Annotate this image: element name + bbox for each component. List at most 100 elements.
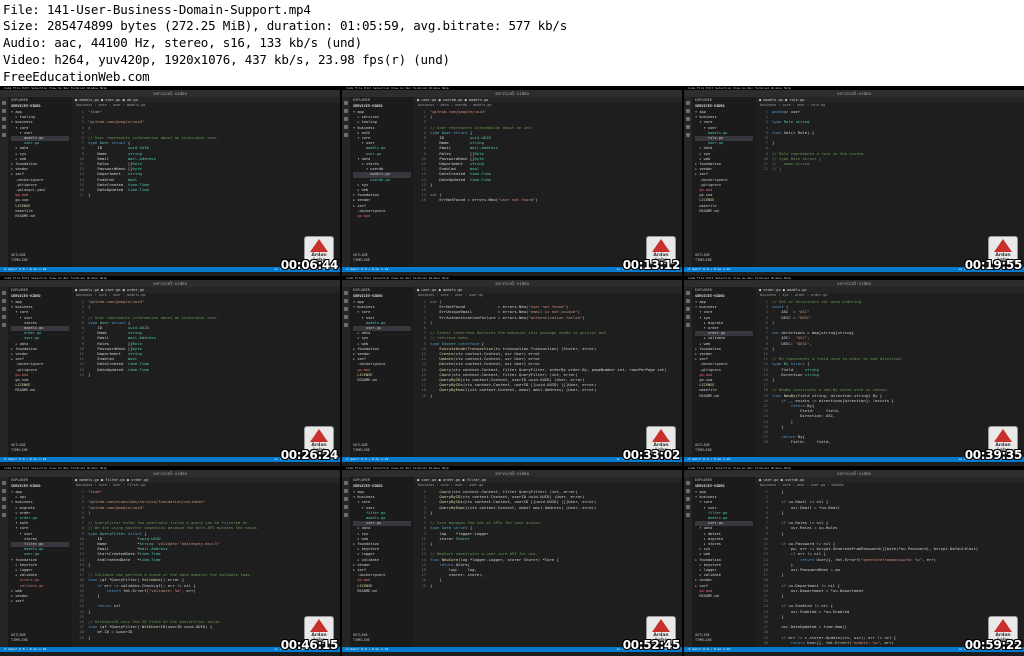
file-tree-item-label: ▸ sys <box>353 182 369 187</box>
search-icon[interactable] <box>686 109 690 113</box>
source-control-icon[interactable] <box>2 117 6 121</box>
search-icon[interactable] <box>2 489 6 493</box>
source-control-icon[interactable] <box>344 117 348 121</box>
file-tree-item-label: ▾ user <box>11 130 33 135</box>
project-name: SERVICE5-VIDEO <box>11 104 41 108</box>
explorer-icon[interactable] <box>344 101 348 105</box>
file-tree-item-label: ▾ core <box>11 310 29 315</box>
run-debug-icon[interactable] <box>686 125 690 129</box>
run-debug-icon[interactable] <box>344 125 348 129</box>
explorer-icon[interactable] <box>344 481 348 485</box>
file-tree-item[interactable]: README.md <box>11 214 69 219</box>
search-icon[interactable] <box>686 299 690 303</box>
run-debug-icon[interactable] <box>2 315 6 319</box>
extensions-icon[interactable] <box>686 513 690 517</box>
source-control-icon[interactable] <box>2 497 6 501</box>
file-tree-item-label: ▸ logger <box>695 568 717 573</box>
breadcrumb: business › core › user › user.go <box>418 483 484 487</box>
timestamp: 00:33:02 <box>622 448 681 462</box>
run-debug-icon[interactable] <box>686 505 690 509</box>
file-tree-item-label: ▾ business <box>11 500 33 505</box>
file-tree-item-label: ▸ data <box>11 341 29 346</box>
extensions-icon[interactable] <box>344 323 348 327</box>
extensions-icon[interactable] <box>686 133 690 137</box>
code-editor[interactable]: 1 "time" 2 3 "github.com/ardanlabs/service… <box>74 489 340 647</box>
code-editor[interactable]: 1 } 2 3 if uu.Email != nil { 4 usr.Email… <box>758 489 1024 647</box>
code-editor[interactable]: 1 package user 2 3 type Role string 4 5 fun… <box>758 109 1024 267</box>
run-debug-icon[interactable] <box>2 125 6 129</box>
run-debug-icon[interactable] <box>2 505 6 509</box>
run-debug-icon[interactable] <box>344 505 348 509</box>
file-tree-item-label: ▾ app <box>353 110 364 114</box>
window-title: service5-video <box>153 281 187 286</box>
file-tree-item-label: ▾ business <box>695 495 717 500</box>
source-control-icon[interactable] <box>686 117 690 121</box>
source-control-icon[interactable] <box>344 307 348 311</box>
code-editor[interactable]: 1 "github.com/google/uuid" 2) 3 4// User … <box>416 109 682 267</box>
search-icon[interactable] <box>344 109 348 113</box>
file-tree-item[interactable]: README.md <box>695 594 753 599</box>
extensions-icon[interactable] <box>2 323 6 327</box>
file-tree-item-label: .gitignore <box>11 182 37 187</box>
search-icon[interactable] <box>2 109 6 113</box>
file-tree-item[interactable]: README.md <box>353 589 411 594</box>
source-control-icon[interactable] <box>686 497 690 501</box>
code-editor[interactable]: 1 "time" 2 3 "github.com/google/uuid" 4) 5… <box>74 109 340 267</box>
logo-triangle-icon <box>652 429 670 442</box>
explorer-icon[interactable] <box>2 291 6 295</box>
code-editor[interactable]: 1// Set of directions for data ordering.… <box>758 299 1024 457</box>
file-tree-item[interactable]: go.mod <box>353 214 411 219</box>
run-debug-icon[interactable] <box>686 315 690 319</box>
explorer-icon[interactable] <box>686 101 690 105</box>
file-tree-item-label: ▸ sys <box>695 547 711 552</box>
video-thumbnail: Code File Edit Selection View Go Run Ter… <box>684 86 1024 276</box>
file-tree-item[interactable]: README.md <box>11 388 69 393</box>
file-tree-item-label: ▸ validate <box>695 336 726 341</box>
file-tree-item[interactable]: ▸ zarf <box>11 599 69 604</box>
explorer-icon[interactable] <box>686 481 690 485</box>
explorer-icon[interactable] <box>2 101 6 105</box>
source-control-icon[interactable] <box>344 497 348 501</box>
search-icon[interactable] <box>686 489 690 493</box>
file-tree-item-label: ▸ services <box>353 115 379 120</box>
search-icon[interactable] <box>2 299 6 303</box>
file-tree-item-label: makefile <box>11 208 33 213</box>
code-editor[interactable]: 1 Count(ctx context.Context, filter Quer… <box>416 489 682 647</box>
search-icon[interactable] <box>344 299 348 303</box>
status-bar-left: ⎇ main* ⊗ 0 ⚠ 0 Go 1.19 <box>687 457 731 461</box>
source-control-icon[interactable] <box>686 307 690 311</box>
extensions-icon[interactable] <box>2 133 6 137</box>
run-debug-icon[interactable] <box>344 315 348 319</box>
file-tree-item[interactable]: README.md <box>353 378 411 383</box>
extensions-icon[interactable] <box>344 133 348 137</box>
file-tree-item-label: ▾ business <box>353 305 375 310</box>
search-icon[interactable] <box>344 489 348 493</box>
source-control-icon[interactable] <box>2 307 6 311</box>
breadcrumb: business › data › userdb › models.go <box>418 103 492 107</box>
extensions-icon[interactable] <box>686 323 690 327</box>
file-tree-item-label: ▸ vendor <box>11 167 29 172</box>
explorer-icon[interactable] <box>344 291 348 295</box>
project-name: SERVICE5-VIDEO <box>11 294 41 298</box>
code-editor[interactable]: 1 "github.com/google/uuid" 2) 3 4// User … <box>74 299 340 457</box>
breadcrumb: business › sys › order › order.go <box>760 293 828 297</box>
file-tree-item-label: ▸ vendor <box>11 594 29 599</box>
file-tree: ▾ app ▸ services ▸ tooling ▾ business ▸ a… <box>353 110 411 219</box>
explorer-heading: EXPLORER <box>695 288 712 292</box>
file-tree-item-label: .dockerignore <box>11 362 44 367</box>
explorer-icon[interactable] <box>2 481 6 485</box>
explorer-icon[interactable] <box>686 291 690 295</box>
file-tree-item-label: ▸ logger <box>353 552 375 557</box>
outline-timeline-panels: OUTLINE TIMELINE <box>11 633 28 642</box>
extensions-icon[interactable] <box>2 513 6 517</box>
window-titlebar: service5-video <box>342 90 682 97</box>
project-name: SERVICE5-VIDEO <box>353 294 383 298</box>
window-titlebar: service5-video <box>342 470 682 477</box>
file-tree-item[interactable]: README.md <box>695 209 753 214</box>
file-tree-item[interactable]: README.md <box>695 394 753 399</box>
activity-bar <box>0 97 8 267</box>
code-editor[interactable]: 1 var ( 2 ErrNotFound = errors.New("user … <box>416 299 682 457</box>
file-tree-item-label: LICENSE <box>11 383 31 388</box>
video-thumbnail: Code File Edit Selection View Go Run Ter… <box>684 276 1024 466</box>
extensions-icon[interactable] <box>344 513 348 517</box>
